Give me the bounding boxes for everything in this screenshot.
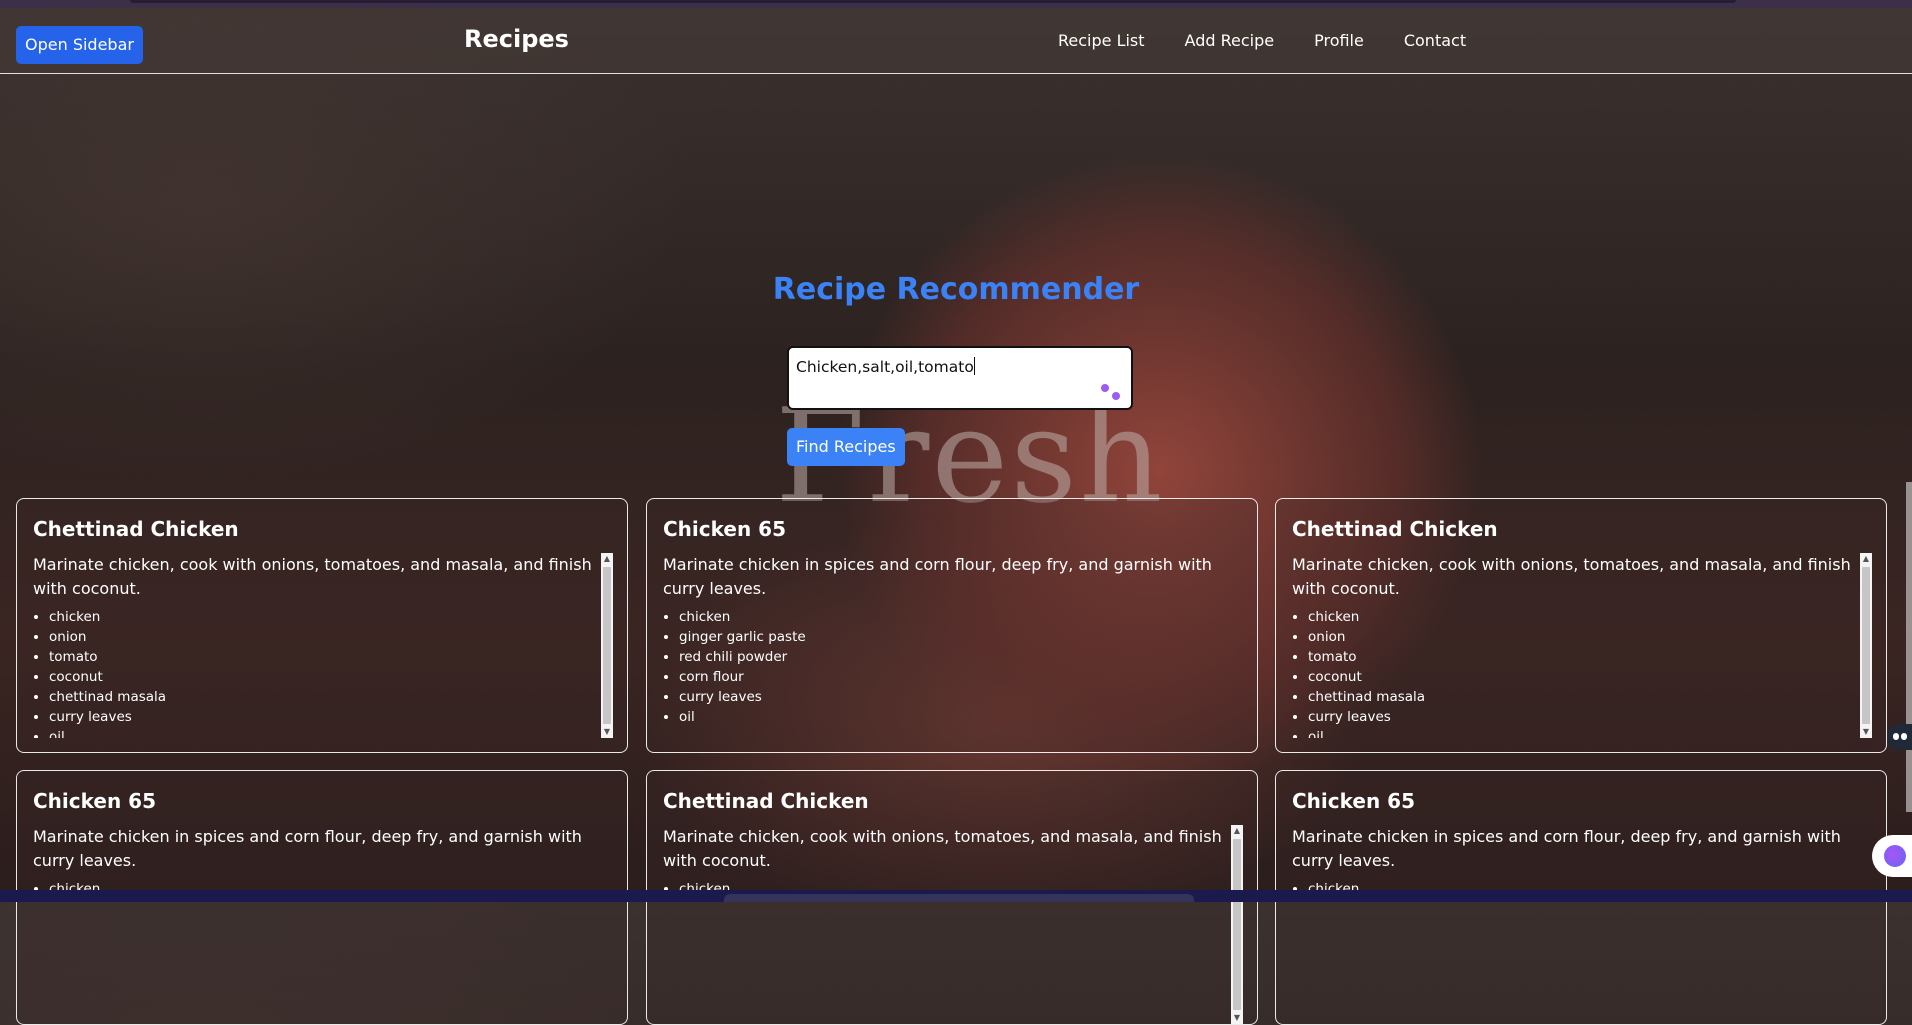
ingredient-item: oil bbox=[1308, 727, 1872, 738]
recipe-description: Marinate chicken, cook with onions, toma… bbox=[663, 827, 1222, 870]
scroll-thumb[interactable] bbox=[1233, 839, 1241, 1010]
ingredient-item: oil bbox=[679, 707, 1243, 727]
scroll-down-arrow-icon[interactable]: ▼ bbox=[1860, 726, 1872, 738]
ingredient-list: chickenoniontomatococonutchettinad masal… bbox=[1292, 607, 1872, 738]
extension-brain-icon[interactable] bbox=[1872, 835, 1912, 877]
recipe-description: Marinate chicken, cook with onions, toma… bbox=[33, 555, 592, 598]
recipe-title: Chicken 65 bbox=[33, 789, 156, 813]
ingredient-item: curry leaves bbox=[1308, 707, 1872, 727]
extension-robot-icon[interactable] bbox=[1887, 724, 1912, 750]
find-recipes-button[interactable]: Find Recipes bbox=[787, 428, 905, 466]
ingredient-item: corn flour bbox=[679, 667, 1243, 687]
recipe-body: Marinate chicken in spices and corn flou… bbox=[33, 825, 613, 1024]
ingredient-list: chickenoniontomatococonutchettinad masal… bbox=[33, 607, 613, 738]
scroll-up-arrow-icon[interactable]: ▲ bbox=[601, 553, 613, 565]
ingredient-item: tomato bbox=[49, 647, 613, 667]
grammar-assistant-icon[interactable] bbox=[1101, 384, 1121, 402]
ingredient-item: ginger garlic paste bbox=[679, 627, 1243, 647]
page-title: Recipe Recommender bbox=[772, 272, 1140, 307]
nav-link-recipe-list[interactable]: Recipe List bbox=[1058, 31, 1145, 50]
ingredient-item: oil bbox=[49, 727, 613, 738]
card-scrollbar[interactable]: ▲ ▼ bbox=[1860, 553, 1872, 738]
recipe-body[interactable]: Marinate chicken, cook with onions, toma… bbox=[663, 825, 1243, 1024]
scroll-up-arrow-icon[interactable]: ▲ bbox=[1231, 825, 1243, 837]
ingredients-textarea[interactable]: Chicken,salt,oil,tomato bbox=[787, 346, 1133, 410]
brand-title: Recipes bbox=[464, 25, 569, 53]
scroll-down-arrow-icon[interactable]: ▼ bbox=[601, 726, 613, 738]
ingredient-item: coconut bbox=[1308, 667, 1872, 687]
page-scrollbar[interactable] bbox=[1906, 482, 1912, 812]
ingredient-list: chickenginger garlic pastered chili powd… bbox=[663, 607, 1243, 727]
ingredient-item: coconut bbox=[49, 667, 613, 687]
ingredient-item: chicken bbox=[49, 607, 613, 627]
ingredient-item: chicken bbox=[1308, 607, 1872, 627]
open-sidebar-button[interactable]: Open Sidebar bbox=[16, 26, 143, 64]
ingredient-item: red chili powder bbox=[679, 647, 1243, 667]
ingredient-item: onion bbox=[1308, 627, 1872, 647]
recipe-card: Chicken 65 Marinate chicken in spices and… bbox=[646, 498, 1258, 753]
browser-top-strip bbox=[0, 0, 1912, 8]
ingredient-item: tomato bbox=[1308, 647, 1872, 667]
recipe-title: Chettinad Chicken bbox=[33, 517, 239, 541]
nav-link-profile[interactable]: Profile bbox=[1314, 31, 1364, 50]
scroll-thumb[interactable] bbox=[1862, 567, 1870, 724]
ingredient-item: chettinad masala bbox=[49, 687, 613, 707]
recipe-description: Marinate chicken in spices and corn flou… bbox=[663, 555, 1212, 598]
recipe-title: Chicken 65 bbox=[1292, 789, 1415, 813]
recipe-title: Chettinad Chicken bbox=[663, 789, 869, 813]
ingredient-item: chettinad masala bbox=[1308, 687, 1872, 707]
ingredients-value: Chicken,salt,oil,tomato bbox=[796, 358, 974, 376]
nav-link-contact[interactable]: Contact bbox=[1404, 31, 1466, 50]
ingredient-item: curry leaves bbox=[679, 687, 1243, 707]
recipe-description: Marinate chicken, cook with onions, toma… bbox=[1292, 555, 1851, 598]
nav-links: Recipe List Add Recipe Profile Contact bbox=[1058, 31, 1466, 50]
nav-link-add-recipe[interactable]: Add Recipe bbox=[1185, 31, 1275, 50]
navbar: Open Sidebar Recipes Recipe List Add Rec… bbox=[0, 8, 1912, 74]
browser-bottom-bar bbox=[0, 890, 1912, 902]
ingredient-item: chicken bbox=[679, 607, 1243, 627]
recipe-title: Chettinad Chicken bbox=[1292, 517, 1498, 541]
scroll-up-arrow-icon[interactable]: ▲ bbox=[1860, 553, 1872, 565]
card-scrollbar[interactable]: ▲ ▼ bbox=[1231, 825, 1243, 1024]
scroll-thumb[interactable] bbox=[603, 567, 611, 724]
text-caret bbox=[973, 357, 975, 375]
recipe-description: Marinate chicken in spices and corn flou… bbox=[33, 827, 582, 870]
recipe-body: Marinate chicken in spices and corn flou… bbox=[663, 553, 1243, 738]
ingredient-item: onion bbox=[49, 627, 613, 647]
recipe-card: Chettinad Chicken Marinate chicken, cook … bbox=[1275, 498, 1887, 753]
recipe-card: Chettinad Chicken Marinate chicken, cook … bbox=[16, 498, 628, 753]
recipe-description: Marinate chicken in spices and corn flou… bbox=[1292, 827, 1841, 870]
recipe-body: Marinate chicken in spices and corn flou… bbox=[1292, 825, 1872, 1024]
recipe-title: Chicken 65 bbox=[663, 517, 786, 541]
ingredient-item: curry leaves bbox=[49, 707, 613, 727]
scroll-down-arrow-icon[interactable]: ▼ bbox=[1231, 1012, 1243, 1024]
recipe-body[interactable]: Marinate chicken, cook with onions, toma… bbox=[33, 553, 613, 738]
card-scrollbar[interactable]: ▲ ▼ bbox=[601, 553, 613, 738]
recipe-body[interactable]: Marinate chicken, cook with onions, toma… bbox=[1292, 553, 1872, 738]
